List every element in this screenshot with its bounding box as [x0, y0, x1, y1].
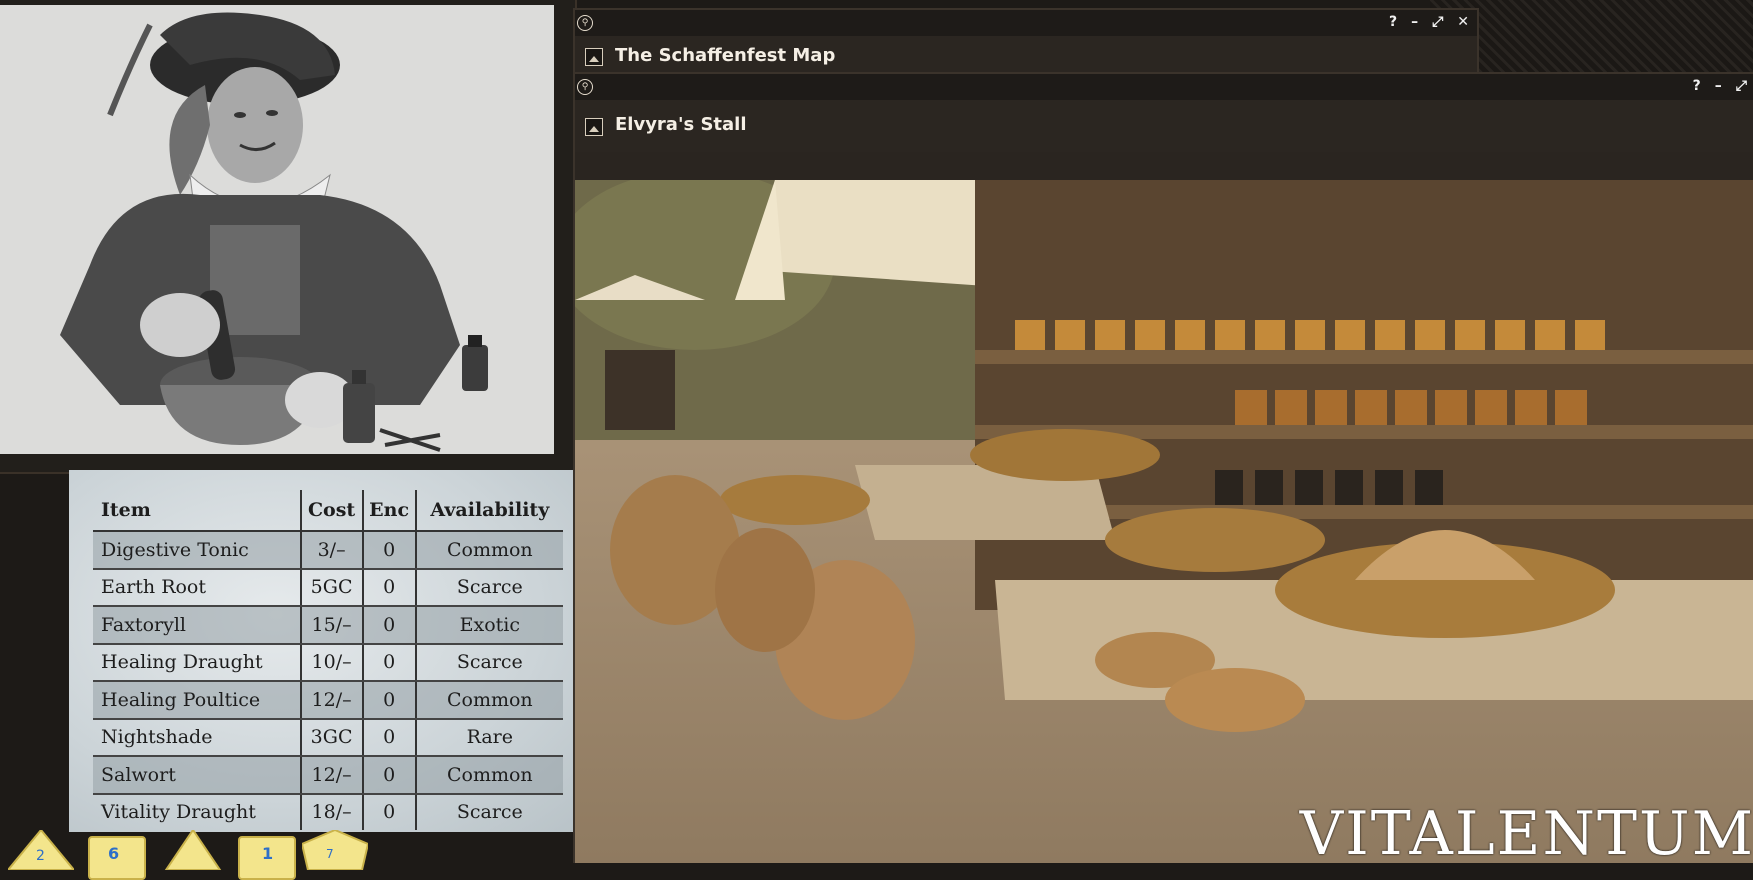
stall-window[interactable]: ⚲ ? – ⤢ Elvyra's Stall VITALENTUM: [573, 72, 1753, 863]
table-row: Earth Root 5GC 0 Scarce: [93, 568, 563, 607]
cell-enc: 0: [361, 531, 416, 570]
minimize-button[interactable]: –: [1411, 14, 1418, 30]
cell-availability: Common: [414, 531, 563, 570]
cell-cost: 3GC: [299, 718, 363, 757]
svg-text:7: 7: [326, 847, 334, 861]
portrait-panel[interactable]: [0, 0, 577, 474]
cell-cost: 5GC: [299, 568, 363, 607]
cell-enc: 0: [361, 606, 416, 645]
svg-text:2: 2: [36, 848, 45, 864]
price-table: Item Cost Enc Availability Digestive Ton…: [93, 490, 563, 830]
header-item: Item: [93, 490, 301, 532]
cell-cost: 10/–: [299, 643, 363, 682]
cell-cost: 3/–: [299, 531, 363, 570]
table-header-row: Item Cost Enc Availability: [93, 490, 563, 532]
price-table-card: Item Cost Enc Availability Digestive Ton…: [69, 470, 586, 832]
header-cost: Cost: [299, 490, 363, 532]
cell-item: Faxtoryll: [93, 606, 301, 645]
cell-enc: 0: [361, 643, 416, 682]
table-row: Healing Draught 10/– 0 Scarce: [93, 643, 563, 682]
window-title: Elvyra's Stall: [615, 114, 747, 135]
cell-availability: Scarce: [414, 793, 563, 830]
table-row: Digestive Tonic 3/– 0 Common: [93, 531, 563, 570]
watermark-text: VITALENTUM: [1299, 799, 1753, 863]
table-row: Healing Poultice 12/– 0 Common: [93, 681, 563, 720]
help-button[interactable]: ?: [1389, 14, 1397, 30]
cell-enc: 0: [361, 756, 416, 795]
cell-cost: 12/–: [299, 756, 363, 795]
d10-die[interactable]: 1: [238, 836, 296, 880]
table-row: Vitality Draught 18/– 0 Scarce: [93, 793, 563, 830]
cell-cost: 15/–: [299, 606, 363, 645]
npc-portrait-image: [0, 5, 554, 454]
market-stall-image: VITALENTUM: [575, 180, 1753, 863]
table-row: Faxtoryll 15/– 0 Exotic: [93, 606, 563, 645]
cell-availability: Common: [414, 681, 563, 720]
cell-enc: 0: [361, 793, 416, 830]
map-window[interactable]: ⚲ ? – ⤢ ✕ The Schaffenfest Map ▬: [573, 8, 1479, 88]
cell-item: Healing Draught: [93, 643, 301, 682]
cell-enc: 0: [361, 568, 416, 607]
link-icon[interactable]: ⚲: [577, 79, 593, 95]
cell-item: Earth Root: [93, 568, 301, 607]
cell-cost: 12/–: [299, 681, 363, 720]
dice-tray: 2 6 1 7: [0, 830, 560, 880]
maximize-button[interactable]: ⤢: [1432, 14, 1443, 30]
window-header: Elvyra's Stall: [575, 100, 1753, 152]
cell-availability: Scarce: [414, 568, 563, 607]
window-controls: ? – ⤢: [1693, 78, 1747, 94]
header-availability: Availability: [414, 490, 563, 532]
link-icon[interactable]: ⚲: [577, 15, 593, 31]
d4-die[interactable]: 2: [8, 830, 74, 870]
cell-availability: Common: [414, 756, 563, 795]
cell-availability: Rare: [414, 718, 563, 757]
cell-item: Digestive Tonic: [93, 531, 301, 570]
d6-die[interactable]: 6: [88, 836, 146, 880]
header-enc: Enc: [361, 490, 416, 532]
maximize-button[interactable]: ⤢: [1736, 78, 1747, 94]
cell-item: Healing Poultice: [93, 681, 301, 720]
cell-availability: Scarce: [414, 643, 563, 682]
minimize-button[interactable]: –: [1715, 78, 1722, 94]
d8-die[interactable]: [160, 830, 226, 870]
cell-cost: 18/–: [299, 793, 363, 830]
image-icon: [585, 118, 603, 136]
window-controls: ? – ⤢ ✕: [1389, 14, 1469, 30]
cell-enc: 0: [361, 718, 416, 757]
window-title: The Schaffenfest Map: [615, 45, 836, 66]
help-button[interactable]: ?: [1693, 78, 1701, 94]
window-titlebar[interactable]: ⚲ ? – ⤢: [575, 74, 1753, 100]
table-row: Salwort 12/– 0 Common: [93, 756, 563, 795]
window-titlebar[interactable]: ⚲ ? – ⤢ ✕: [575, 10, 1477, 36]
cell-item: Nightshade: [93, 718, 301, 757]
close-button[interactable]: ✕: [1457, 14, 1469, 30]
d20-die[interactable]: 7: [302, 830, 368, 870]
cell-item: Vitality Draught: [101, 801, 256, 824]
cell-enc: 0: [361, 681, 416, 720]
cell-item: Salwort: [93, 756, 301, 795]
table-row: Nightshade 3GC 0 Rare: [93, 718, 563, 757]
image-icon: [585, 48, 603, 66]
cell-availability: Exotic: [414, 606, 563, 645]
